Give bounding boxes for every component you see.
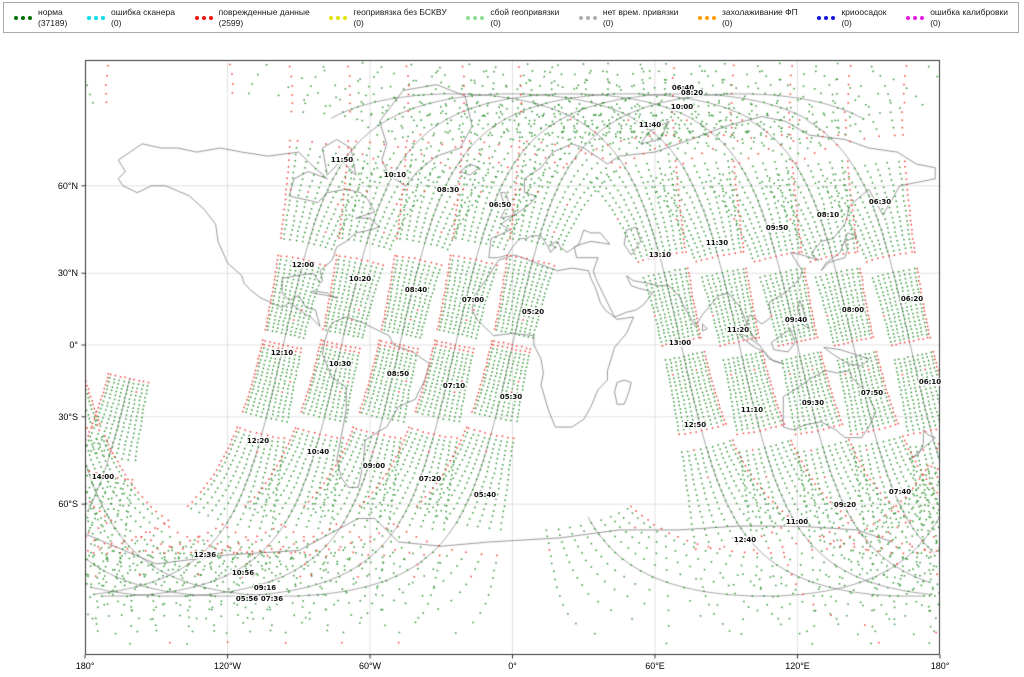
granule-time-label: 13:00 bbox=[667, 339, 693, 347]
granule-time-label: 12:50 bbox=[682, 421, 708, 429]
granule-time-label: 05:30 bbox=[498, 393, 524, 401]
legend-item-label: нет врем. привязки (0) bbox=[602, 7, 679, 28]
granule-time-label: 06:10 bbox=[917, 378, 943, 386]
granule-time-label: 08:30 bbox=[435, 186, 461, 194]
granule-time-label: 07:00 bbox=[460, 296, 486, 304]
granule-time-label: 07:36 bbox=[259, 595, 285, 603]
legend-color-dots bbox=[87, 15, 106, 20]
granule-time-label: 09:50 bbox=[764, 224, 790, 232]
granule-time-label: 11:00 bbox=[784, 518, 810, 526]
legend-item-label: ошибка калибровки (0) bbox=[930, 7, 1008, 28]
granule-time-label: 09:30 bbox=[800, 399, 826, 407]
granule-time-label: 14:00 bbox=[90, 473, 116, 481]
legend-item-6: нет врем. привязки (0) bbox=[578, 7, 679, 28]
granule-time-label: 08:00 bbox=[840, 306, 866, 314]
satellite-coverage-viewer: норма (37189) ошибка сканера (0) поврежденны… bbox=[0, 0, 1024, 677]
legend-item-2: ошибка сканера (0) bbox=[87, 7, 175, 28]
granule-time-label: 09:40 bbox=[783, 316, 809, 324]
granule-time-label: 12:00 bbox=[290, 261, 316, 269]
granule-time-label: 12:36 bbox=[192, 551, 218, 559]
granule-time-label: 11:10 bbox=[739, 406, 765, 414]
legend-item-label: захолаживание ФП (0) bbox=[722, 7, 798, 28]
granule-time-label: 05:40 bbox=[472, 491, 498, 499]
legend-item-3: поврежденные данные (2599) bbox=[194, 7, 310, 28]
legend-item-label: поврежденные данные (2599) bbox=[218, 7, 310, 28]
legend-item-label: криоосадок (0) bbox=[841, 7, 887, 28]
granule-time-label: 12:10 bbox=[269, 349, 295, 357]
legend-item-9: ошибка калибровки (0) bbox=[906, 7, 1008, 28]
legend-item-label: геопривязка без БСКВУ (0) bbox=[353, 7, 447, 28]
latitude-tick-label: 60°S bbox=[58, 499, 78, 510]
granule-time-label: 10:20 bbox=[347, 275, 373, 283]
longitude-tick-label: 60°W bbox=[358, 661, 382, 671]
granule-time-label: 06:20 bbox=[899, 295, 925, 303]
longitude-tick-label: 0° bbox=[508, 661, 517, 671]
legend-color-dots bbox=[466, 15, 485, 20]
legend-item-label: сбой геопривязки (0) bbox=[490, 7, 560, 28]
granule-time-label: 11:50 bbox=[329, 156, 355, 164]
granule-time-label: 13:10 bbox=[647, 251, 673, 259]
legend-item-7: захолаживание ФП (0) bbox=[698, 7, 798, 28]
granule-time-label: 07:20 bbox=[417, 475, 443, 483]
granule-time-label: 05:56 bbox=[234, 595, 260, 603]
granule-time-label: 09:00 bbox=[361, 462, 387, 470]
longitude-tick-label: 120°W bbox=[213, 661, 242, 671]
granule-time-label: 05:20 bbox=[520, 308, 546, 316]
granule-time-label: 08:50 bbox=[385, 370, 411, 378]
granule-time-label: 07:40 bbox=[887, 488, 913, 496]
legend-color-dots bbox=[906, 15, 925, 20]
granule-time-label: 12:20 bbox=[245, 437, 271, 445]
granule-time-label: 08:20 bbox=[679, 89, 705, 97]
legend-item-8: криоосадок (0) bbox=[817, 7, 887, 28]
legend-item-5: сбой геопривязки (0) bbox=[466, 7, 560, 28]
granule-time-label: 06:30 bbox=[867, 198, 893, 206]
granule-time-label: 11:20 bbox=[725, 326, 751, 334]
legend-color-dots bbox=[329, 15, 348, 20]
longitude-tick-label: 180° bbox=[75, 661, 95, 671]
legend-item-label: ошибка сканера (0) bbox=[111, 7, 175, 28]
granule-time-label: 10:30 bbox=[327, 360, 353, 368]
granule-time-label: 07:10 bbox=[441, 382, 467, 390]
granule-time-label: 08:10 bbox=[815, 211, 841, 219]
granule-time-label: 10:00 bbox=[669, 103, 695, 111]
latitude-tick-label: 0° bbox=[69, 340, 78, 350]
granule-time-label: 09:20 bbox=[832, 501, 858, 509]
longitude-tick-label: 60°E bbox=[645, 661, 665, 671]
legend-item-4: геопривязка без БСКВУ (0) bbox=[329, 7, 447, 28]
legend: норма (37189) ошибка сканера (0) поврежденны… bbox=[3, 2, 1019, 33]
granule-time-label: 12:40 bbox=[732, 536, 758, 544]
granule-time-label: 11:40 bbox=[637, 121, 663, 129]
latitude-tick-label: 30°S bbox=[58, 411, 78, 422]
legend-color-dots bbox=[194, 15, 213, 20]
longitude-tick-label: 180° bbox=[930, 661, 950, 671]
granule-time-label: 10:40 bbox=[305, 448, 331, 456]
latitude-tick-label: 60°N bbox=[57, 180, 78, 191]
granule-time-label: 10:56 bbox=[230, 569, 256, 577]
legend-color-dots bbox=[578, 15, 597, 20]
granule-time-label: 08:40 bbox=[403, 286, 429, 294]
legend-item-1: норма (37189) bbox=[14, 7, 68, 28]
legend-color-dots bbox=[817, 15, 836, 20]
granule-time-label: 11:30 bbox=[704, 239, 730, 247]
legend-color-dots bbox=[14, 15, 32, 20]
granule-time-label: 06:50 bbox=[487, 201, 513, 209]
latitude-tick-label: 30°N bbox=[57, 268, 78, 279]
granule-time-label: 07:50 bbox=[859, 389, 885, 397]
legend-color-dots bbox=[698, 15, 717, 20]
granule-time-label: 10:10 bbox=[382, 171, 408, 179]
legend-item-label: норма (37189) bbox=[38, 7, 68, 28]
longitude-tick-label: 120°E bbox=[785, 661, 810, 671]
world-map-canvas bbox=[0, 0, 1024, 677]
granule-time-label: 09:16 bbox=[252, 584, 278, 592]
